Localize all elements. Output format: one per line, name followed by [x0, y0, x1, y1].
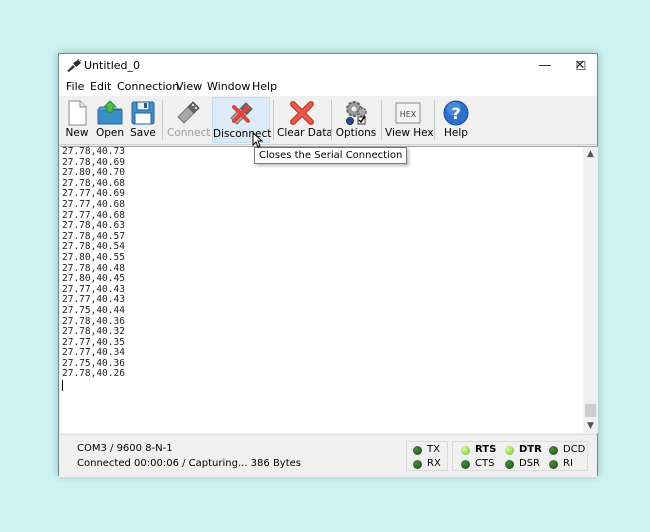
- dcd-label: DCD: [563, 444, 586, 455]
- new-file-icon: [68, 100, 87, 126]
- save-label: Save: [130, 127, 156, 139]
- data-line: 27.80,40.55: [62, 251, 125, 263]
- data-line: 27.78,40.32: [62, 326, 125, 338]
- data-line: 27.75,40.36: [62, 357, 125, 369]
- vertical-scrollbar[interactable]: ▲ ▼: [583, 146, 598, 433]
- rts-led-icon: [461, 446, 470, 455]
- menu-help[interactable]: Help: [252, 80, 277, 93]
- data-line: 27.77,40.68: [62, 198, 125, 210]
- toolbar-separator: [331, 100, 332, 140]
- data-line: 27.78,40.68: [62, 177, 125, 189]
- hex-icon: HEX: [395, 102, 421, 124]
- data-line: 27.77,40.35: [62, 336, 125, 348]
- dtr-led-icon: [505, 446, 514, 455]
- data-line: 27.78,40.36: [62, 315, 125, 327]
- connect-button[interactable]: Connect: [167, 97, 211, 143]
- menu-window[interactable]: Window: [207, 80, 250, 93]
- new-button[interactable]: New: [62, 97, 92, 143]
- data-line: 27.75,40.44: [62, 304, 125, 316]
- new-label: New: [65, 127, 89, 139]
- data-line: 27.78,40.26: [62, 368, 125, 380]
- tx-label: TX: [427, 444, 440, 455]
- toolbar-separator: [273, 100, 274, 140]
- connection-status-text: Connected 00:00:06 / Capturing... 386 By…: [77, 458, 301, 469]
- signal-lines-panel: RTS CTS DTR DSR DCD RI: [452, 441, 588, 471]
- options-button[interactable]: Options: [335, 97, 377, 143]
- open-label: Open: [95, 127, 125, 139]
- scroll-thumb[interactable]: [585, 404, 596, 417]
- window-title: Untitled_0: [84, 59, 141, 72]
- rx-led-icon: [413, 460, 422, 469]
- txrx-panel: TX RX: [406, 441, 448, 471]
- dsr-label: DSR: [519, 458, 540, 469]
- menu-bar: File Edit Connection View Window Help: [59, 78, 597, 96]
- data-line: 27.77,40.68: [62, 209, 125, 221]
- data-line: 27.78,40.54: [62, 241, 125, 253]
- menu-view[interactable]: View: [176, 80, 202, 93]
- disconnect-tooltip: Closes the Serial Connection: [254, 147, 408, 164]
- status-bar: COM3 / 9600 8-N-1 Connected 00:00:06 / C…: [59, 434, 597, 477]
- open-button[interactable]: Open: [94, 97, 126, 143]
- text-caret: [62, 380, 63, 392]
- cts-led-icon: [461, 460, 470, 469]
- floppy-disk-icon: [131, 101, 155, 125]
- data-line: 27.77,40.69: [62, 188, 125, 200]
- menu-connection[interactable]: Connection: [117, 80, 179, 93]
- usb-plug-icon: [177, 101, 200, 124]
- received-data-textarea[interactable]: 27.78,40.73 27.78,40.69 27.80,40.70 27.78,4…: [60, 146, 583, 433]
- connect-label: Connect: [167, 127, 211, 139]
- status-text-panel: COM3 / 9600 8-N-1 Connected 00:00:06 / C…: [63, 441, 403, 471]
- help-question-icon: ?: [443, 100, 469, 126]
- app-window: Untitled_0 — ☐ ✕ File Edit Connection Vi…: [58, 53, 598, 477]
- data-line: 27.77,40.43: [62, 283, 125, 295]
- data-line: 27.78,40.57: [62, 230, 125, 242]
- gears-options-icon: [346, 101, 367, 125]
- toolbar-separator: [381, 100, 382, 140]
- help-label: Help: [444, 127, 468, 139]
- data-line: 27.80,40.70: [62, 167, 125, 179]
- view-hex-label: View Hex: [385, 127, 434, 139]
- serial-plug-icon: [67, 59, 82, 72]
- rts-label: RTS: [475, 444, 497, 455]
- options-label: Options: [335, 127, 377, 139]
- dsr-led-icon: [505, 460, 514, 469]
- hex-icon-text: HEX: [400, 110, 417, 119]
- scroll-up-icon[interactable]: ▲: [583, 147, 598, 161]
- menu-edit[interactable]: Edit: [90, 80, 111, 93]
- menu-file[interactable]: File: [66, 80, 84, 93]
- data-line: 27.80,40.45: [62, 273, 125, 285]
- dtr-label: DTR: [519, 444, 542, 455]
- minimize-button[interactable]: —: [527, 54, 563, 78]
- rx-label: RX: [427, 458, 441, 469]
- cts-label: CTS: [475, 458, 495, 469]
- toolbar-separator: [162, 100, 163, 140]
- toolbar-separator: [434, 100, 435, 140]
- ri-label: RI: [563, 458, 573, 469]
- view-hex-button[interactable]: HEX View Hex: [385, 97, 434, 143]
- dcd-led-icon: [549, 446, 558, 455]
- port-settings-text: COM3 / 9600 8-N-1: [77, 443, 173, 454]
- open-folder-icon: [97, 100, 123, 125]
- ri-led-icon: [549, 460, 558, 469]
- data-line: 27.78,40.48: [62, 262, 125, 274]
- tx-led-icon: [413, 446, 422, 455]
- title-bar: Untitled_0 — ☐ ✕: [59, 54, 597, 78]
- mouse-cursor-icon: [252, 132, 264, 148]
- clear-data-button[interactable]: Clear Data: [277, 97, 333, 143]
- save-button[interactable]: Save: [128, 97, 158, 143]
- clear-data-label: Clear Data: [277, 127, 333, 139]
- toolbar: New Open Save Connect Disconnect Clear D…: [59, 96, 597, 145]
- data-line: 27.77,40.43: [62, 294, 125, 306]
- help-button[interactable]: ? Help: [438, 97, 474, 143]
- help-icon-text: ?: [451, 104, 460, 123]
- data-line: 27.78,40.63: [62, 220, 125, 232]
- red-x-icon: [290, 101, 314, 125]
- close-button[interactable]: ✕: [562, 54, 598, 78]
- data-line: 27.77,40.34: [62, 347, 125, 359]
- scroll-down-icon[interactable]: ▼: [583, 419, 598, 433]
- disconnect-icon: [230, 102, 253, 125]
